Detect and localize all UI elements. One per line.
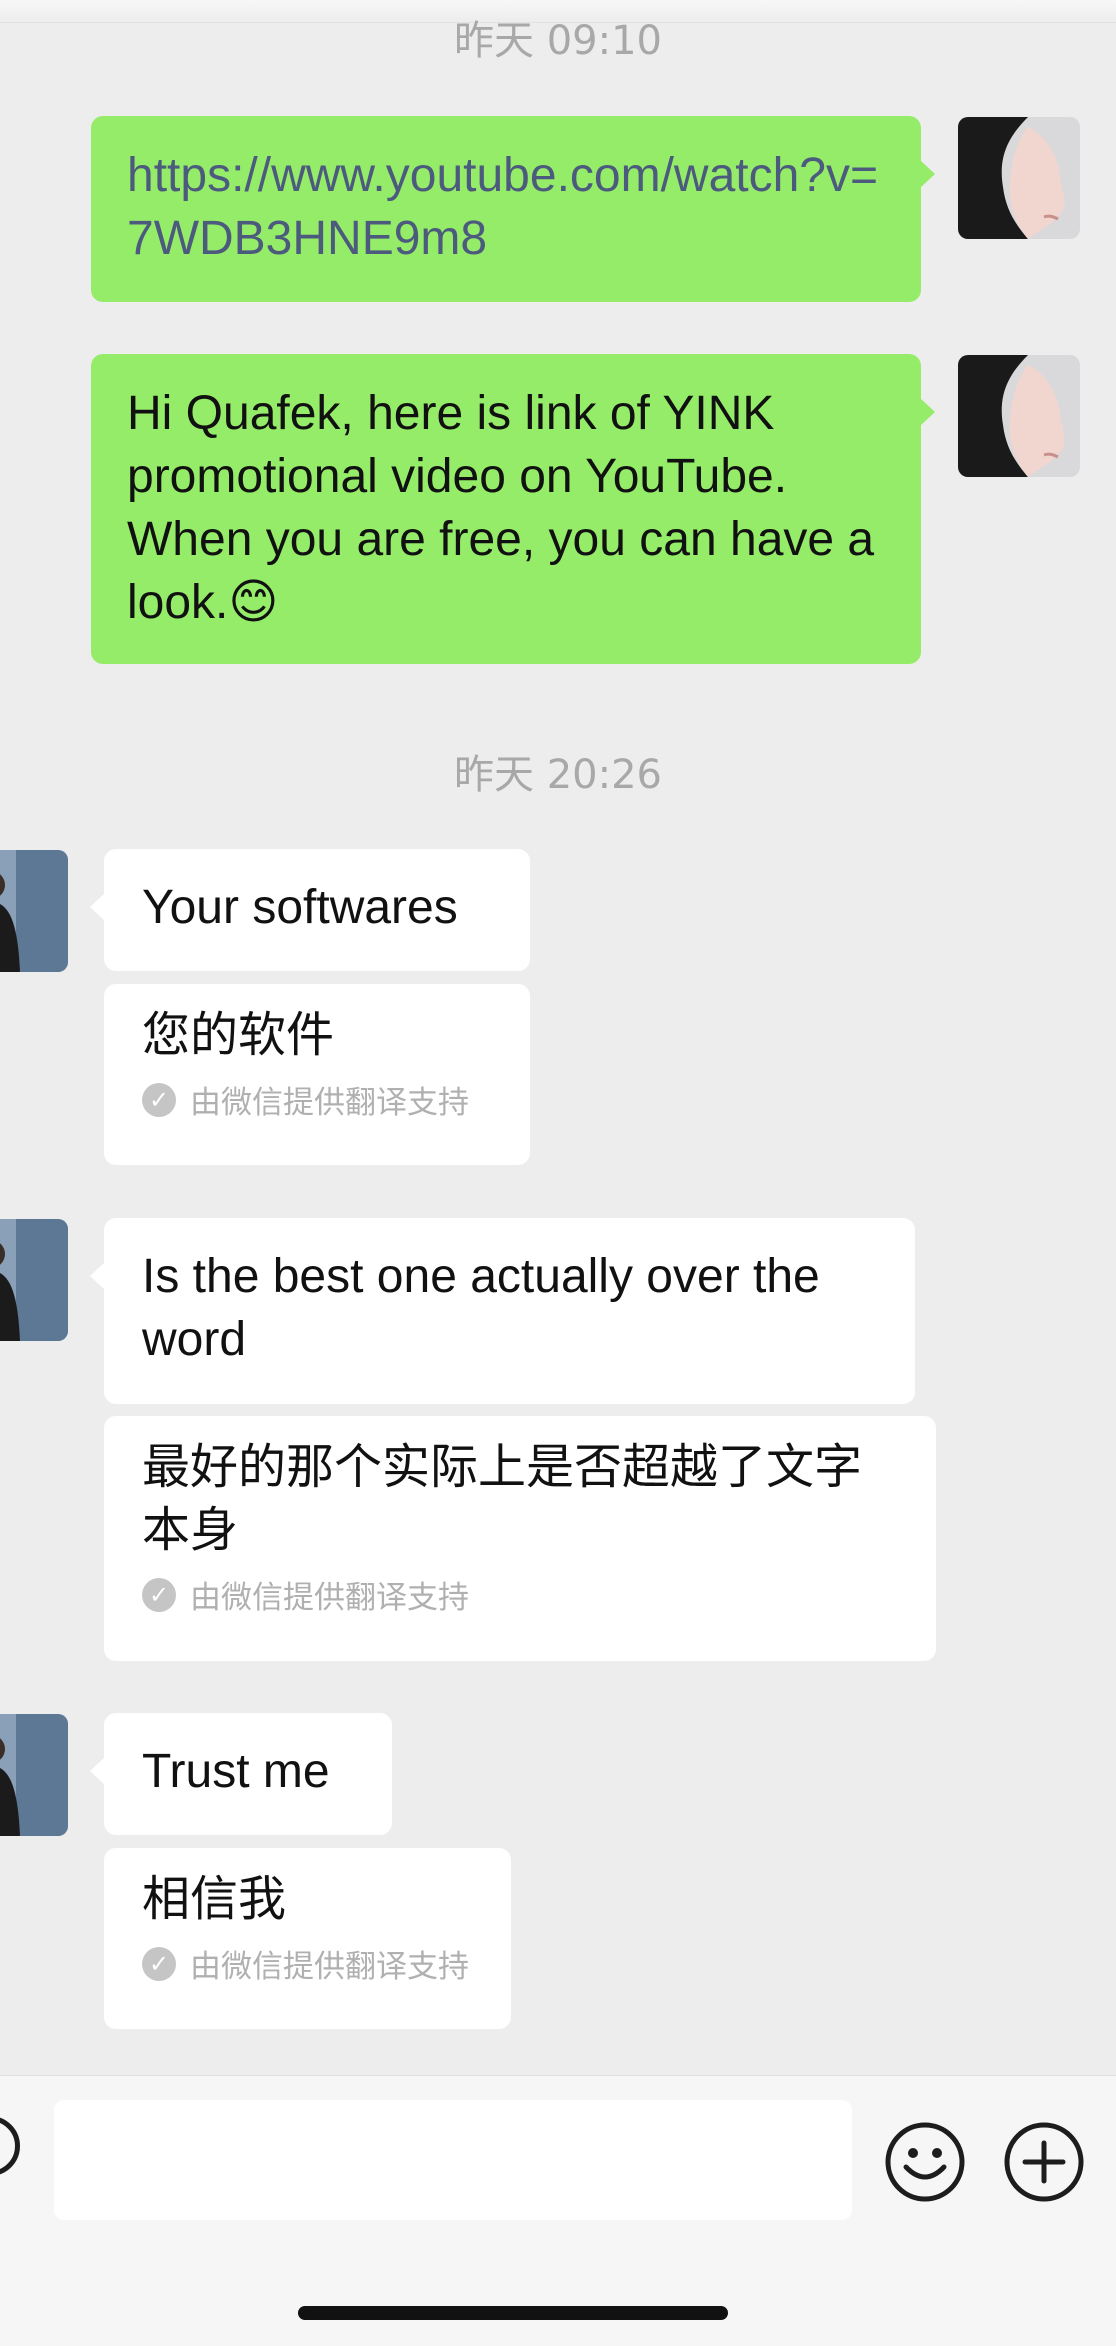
message-bubble-incoming[interactable]: Your softwares — [90, 849, 530, 971]
home-indicator[interactable] — [298, 2306, 728, 2320]
message-link[interactable]: https://www.youtube.com/watch?v=7WDB3HNE… — [127, 149, 878, 265]
translation-text: 相信我 — [142, 1871, 287, 1927]
translation-credit: ✓ 由微信提供翻译支持 — [142, 1572, 898, 1617]
translation-bubble[interactable]: 最好的那个实际上是否超越了文字本身 ✓ 由微信提供翻译支持 — [104, 1416, 936, 1661]
message-text: Your softwares — [142, 881, 458, 934]
message-bubble-outgoing[interactable]: Hi Quafek, here is link of YINK promotio… — [91, 354, 935, 664]
input-bar — [0, 2075, 1116, 2346]
timestamp: 昨天 20:26 — [454, 752, 662, 798]
check-icon: ✓ — [142, 1577, 176, 1612]
chat-area[interactable]: 昨天 09:10 https://www.youtube.com/watch?v… — [0, 0, 1116, 2075]
avatar-self[interactable] — [958, 117, 1080, 239]
plus-icon[interactable] — [1003, 2121, 1085, 2203]
translation-credit-label: 由微信提供翻译支持 — [190, 1949, 469, 1985]
timestamp: 昨天 09:10 — [454, 18, 662, 64]
bubble-tail — [90, 1757, 105, 1785]
translation-text: 您的软件 — [142, 1007, 335, 1063]
message-text: Trust me — [142, 1745, 330, 1798]
check-icon: ✓ — [142, 1946, 176, 1981]
message-text: Hi Quafek, here is link of YINK promotio… — [127, 387, 875, 629]
translation-credit: ✓ 由微信提供翻译支持 — [142, 1941, 473, 1986]
translation-bubble[interactable]: 相信我 ✓ 由微信提供翻译支持 — [104, 1848, 511, 2029]
bubble-tail — [90, 1262, 105, 1290]
voice-icon[interactable] — [0, 2116, 20, 2176]
translation-credit-label: 由微信提供翻译支持 — [190, 1085, 469, 1121]
message-bubble-outgoing[interactable]: https://www.youtube.com/watch?v=7WDB3HNE… — [91, 116, 935, 302]
translation-bubble[interactable]: 您的软件 ✓ 由微信提供翻译支持 — [104, 984, 530, 1165]
avatar-contact[interactable] — [0, 1714, 68, 1836]
translation-credit-label: 由微信提供翻译支持 — [190, 1580, 469, 1616]
bubble-tail — [920, 398, 935, 426]
translation-credit: ✓ 由微信提供翻译支持 — [142, 1077, 492, 1122]
translation-text: 最好的那个实际上是否超越了文字本身 — [142, 1439, 863, 1558]
check-icon: ✓ — [142, 1082, 176, 1117]
bubble-tail — [920, 160, 935, 188]
message-bubble-incoming[interactable]: Trust me — [90, 1713, 392, 1835]
message-bubble-incoming[interactable]: Is the best one actually over the word — [90, 1218, 915, 1404]
avatar-self[interactable] — [958, 355, 1080, 477]
message-text: Is the best one actually over the word — [142, 1250, 820, 1366]
bubble-tail — [90, 893, 105, 921]
avatar-contact[interactable] — [0, 1219, 68, 1341]
message-input[interactable] — [54, 2100, 852, 2220]
avatar-contact[interactable] — [0, 850, 68, 972]
emoji-icon[interactable] — [884, 2121, 966, 2203]
